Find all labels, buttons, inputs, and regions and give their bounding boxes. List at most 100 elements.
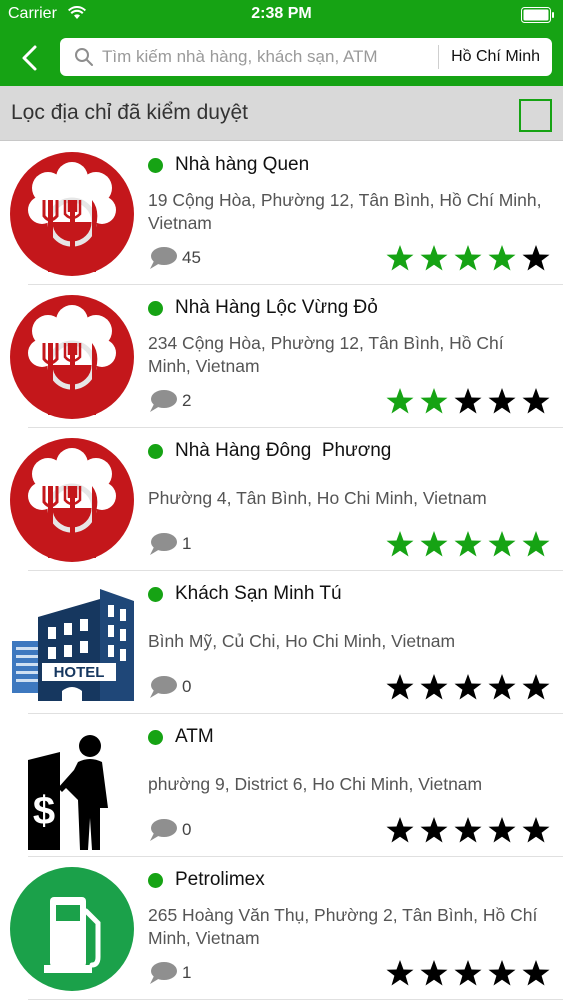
star-icon (454, 674, 482, 700)
open-status-dot (148, 586, 163, 602)
filter-bar: Lọc địa chỉ đã kiểm duyệt (0, 86, 563, 141)
comment-count: 1 (182, 534, 192, 553)
comments[interactable]: 2 (148, 389, 191, 413)
back-button[interactable] (10, 38, 50, 78)
star-rating (381, 530, 551, 558)
comments[interactable]: 1 (148, 961, 191, 985)
star-icon (522, 960, 550, 986)
star-rating (381, 244, 551, 272)
search-icon (75, 48, 93, 66)
open-status-dot (148, 872, 163, 888)
places-list: Nhà hàng Quen 19 Cộng Hòa, Phường 12, Tân… (0, 142, 563, 1000)
star-icon (522, 674, 550, 700)
place-name: Nhà hàng Quen (175, 154, 310, 175)
star-icon (420, 245, 448, 271)
star-rating (381, 959, 551, 987)
comment-count: 0 (182, 820, 192, 839)
clock: 2:38 PM (251, 5, 312, 22)
place-name-row: Nhà Hàng Đông Phương (148, 440, 391, 462)
star-icon (420, 388, 448, 414)
comment-count: 0 (182, 677, 192, 696)
restaurant-icon (8, 436, 136, 564)
open-status-dot (148, 157, 163, 173)
svg-text:HOTEL: HOTEL (54, 664, 105, 681)
star-icon (420, 674, 448, 700)
hotel-icon: HOTEL (8, 579, 136, 707)
star-rating (381, 816, 551, 844)
star-icon (386, 388, 414, 414)
place-address-text: 265 Hoàng Văn Thụ, Phường 2, Tân Bình, H… (148, 905, 538, 948)
place-name: Nhà Hàng Lộc Vừng Đỏ (175, 297, 378, 318)
star-icon (454, 817, 482, 843)
star-rating (381, 387, 551, 415)
comments[interactable]: 0 (148, 675, 191, 699)
open-status-dot (148, 443, 163, 459)
star-icon (454, 960, 482, 986)
city-selector[interactable]: Hồ Chí Minh (439, 48, 552, 66)
list-item[interactable]: Nhà hàng Quen 19 Cộng Hòa, Phường 12, Tân… (0, 142, 563, 285)
place-address: 234 Cộng Hòa, Phường 12, Tân Bình, Hồ Ch… (148, 331, 548, 379)
list-item[interactable]: HOTEL Khách Sạn Minh Tú Bình Mỹ, Củ Chi, H… (0, 571, 563, 714)
star-icon (420, 531, 448, 557)
place-address-text: phường 9, District 6, Ho Chi Minh, Vietn… (148, 773, 483, 794)
star-icon (488, 388, 516, 414)
status-bar: Carrier 2:38 PM (0, 0, 563, 30)
place-name: Petrolimex (175, 869, 265, 890)
star-rating (381, 673, 551, 701)
place-address-text: Bình Mỹ, Củ Chi, Ho Chi Minh, Vietnam (148, 630, 456, 651)
verified-filter-checkbox[interactable] (519, 99, 552, 132)
star-icon (386, 817, 414, 843)
place-name-row: Nhà hàng Quen (148, 154, 309, 176)
restaurant-icon (8, 293, 136, 421)
star-icon (420, 817, 448, 843)
star-icon (522, 245, 550, 271)
star-icon (454, 531, 482, 557)
comment-icon (150, 533, 177, 555)
list-item[interactable]: Nhà Hàng Đông Phương Phường 4, Tân Bình, … (0, 428, 563, 571)
star-icon (454, 245, 482, 271)
comment-count: 45 (182, 248, 201, 267)
star-icon (522, 531, 550, 557)
star-icon (488, 960, 516, 986)
comment-icon (150, 819, 177, 841)
star-icon (386, 674, 414, 700)
star-icon (522, 817, 550, 843)
search-input[interactable] (102, 47, 439, 67)
place-name-row: ATM (148, 726, 214, 748)
comment-icon (150, 390, 177, 412)
star-icon (386, 960, 414, 986)
star-icon (488, 531, 516, 557)
place-name: Khách Sạn Minh Tú (175, 583, 342, 604)
comment-count: 1 (182, 963, 192, 982)
list-item[interactable]: Nhà Hàng Lộc Vừng Đỏ 234 Cộng Hòa, Phường… (0, 285, 563, 428)
place-address-text: 234 Cộng Hòa, Phường 12, Tân Bình, Hồ Ch… (148, 333, 504, 376)
list-item[interactable]: $ ATM phường 9, District 6, Ho Chi Minh, V… (0, 714, 563, 857)
place-name-row: Petrolimex (148, 869, 265, 891)
place-name: Nhà Hàng Đông Phương (175, 440, 392, 461)
comment-count: 2 (182, 391, 192, 410)
comments[interactable]: 0 (148, 818, 191, 842)
list-item[interactable]: Petrolimex 265 Hoàng Văn Thụ, Phường 2, T… (0, 857, 563, 1000)
place-name-row: Khách Sạn Minh Tú (148, 583, 342, 605)
place-address: 19 Cộng Hòa, Phường 12, Tân Bình, Hồ Chí… (148, 188, 548, 236)
search-bar[interactable]: Hồ Chí Minh (60, 38, 552, 76)
star-icon (488, 674, 516, 700)
place-address: 265 Hoàng Văn Thụ, Phường 2, Tân Bình, H… (148, 903, 548, 951)
star-icon (386, 245, 414, 271)
battery-icon (521, 7, 554, 23)
place-address: Bình Mỹ, Củ Chi, Ho Chi Minh, Vietnam (148, 617, 548, 665)
star-icon (386, 531, 414, 557)
place-address: phường 9, District 6, Ho Chi Minh, Vietn… (148, 760, 548, 808)
place-address: Phường 4, Tân Bình, Ho Chi Minh, Vietnam (148, 474, 548, 522)
star-icon (488, 817, 516, 843)
gas-station-icon (8, 865, 136, 993)
comments[interactable]: 1 (148, 532, 191, 556)
atm-icon: $ (8, 722, 136, 850)
restaurant-icon (8, 150, 136, 278)
comment-icon (150, 962, 177, 984)
star-icon (420, 960, 448, 986)
star-icon (522, 388, 550, 414)
svg-text:$: $ (33, 789, 55, 833)
comments[interactable]: 45 (148, 246, 201, 270)
place-name-row: Nhà Hàng Lộc Vừng Đỏ (148, 297, 378, 319)
